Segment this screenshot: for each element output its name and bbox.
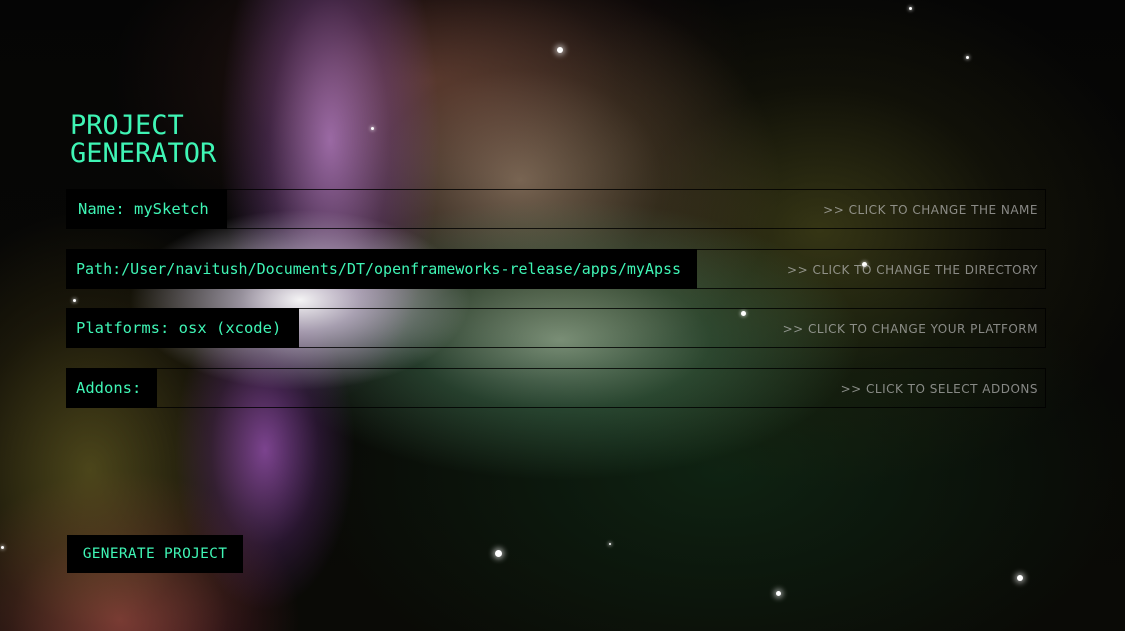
platforms-label: Platforms: bbox=[76, 319, 179, 337]
app-title-line2: GENERATOR bbox=[70, 138, 217, 169]
app-title: PROJECT GENERATOR bbox=[70, 112, 216, 168]
path-field-row[interactable]: Path:/User/navitush/Documents/DT/openfra… bbox=[66, 249, 1046, 289]
app-title-line1: PROJECT bbox=[70, 110, 184, 141]
star-decoration bbox=[776, 591, 781, 596]
star-decoration bbox=[495, 550, 502, 557]
star-decoration bbox=[966, 56, 969, 59]
name-label: Name: bbox=[78, 200, 134, 218]
path-field[interactable]: Path:/User/navitush/Documents/DT/openfra… bbox=[66, 249, 697, 289]
path-value: /User/navitush/Documents/DT/openframewor… bbox=[121, 260, 682, 278]
name-field[interactable]: Name: mySketch bbox=[66, 189, 227, 229]
name-value: mySketch bbox=[134, 200, 209, 218]
star-decoration bbox=[1017, 575, 1023, 581]
select-addons-hint[interactable]: >> CLICK TO SELECT ADDONS bbox=[841, 369, 1038, 409]
platforms-value: osx (xcode) bbox=[178, 319, 282, 337]
star-decoration bbox=[371, 127, 374, 130]
change-platform-hint[interactable]: >> CLICK TO CHANGE YOUR PLATFORM bbox=[783, 309, 1038, 349]
platforms-field-row[interactable]: Platforms: osx (xcode) >> CLICK TO CHANG… bbox=[66, 308, 1046, 348]
star-decoration bbox=[73, 299, 76, 302]
name-field-row[interactable]: Name: mySketch >> CLICK TO CHANGE THE NA… bbox=[66, 189, 1046, 229]
generate-project-button[interactable]: GENERATE PROJECT bbox=[67, 535, 243, 573]
change-directory-hint[interactable]: >> CLICK TO CHANGE THE DIRECTORY bbox=[787, 250, 1038, 290]
star-decoration bbox=[609, 543, 611, 545]
path-label: Path: bbox=[76, 260, 122, 278]
addons-label: Addons: bbox=[76, 379, 151, 397]
platforms-field[interactable]: Platforms: osx (xcode) bbox=[66, 308, 299, 348]
star-decoration bbox=[557, 47, 563, 53]
project-generator-window: PROJECT GENERATOR Name: mySketch >> CLIC… bbox=[0, 0, 1125, 631]
addons-field-row[interactable]: Addons: >> CLICK TO SELECT ADDONS bbox=[66, 368, 1046, 408]
change-name-hint[interactable]: >> CLICK TO CHANGE THE NAME bbox=[823, 190, 1038, 230]
star-decoration bbox=[909, 7, 912, 10]
addons-field[interactable]: Addons: bbox=[66, 368, 157, 408]
star-decoration bbox=[1, 546, 4, 549]
